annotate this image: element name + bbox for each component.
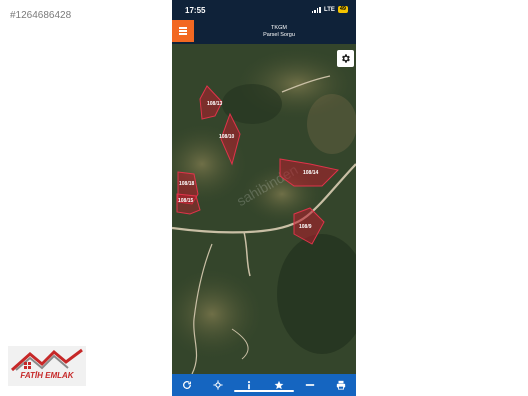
menu-button[interactable] [172,20,194,42]
status-indicators: LTE 49 [311,6,348,13]
measure-button[interactable] [300,377,320,393]
network-type: LTE [323,6,335,13]
gear-icon [342,54,350,63]
brand-name: FATİH EMLAK [20,371,74,380]
parcel-108-15[interactable]: 108/15 [176,193,201,215]
parcel-label: 108/15 [178,198,194,204]
print-icon [336,380,345,390]
house-logo-icon [11,348,83,372]
star-icon [274,380,284,390]
status-time: 17:55 [185,6,206,15]
hamburger-icon [179,27,187,35]
locate-icon [213,380,223,390]
app-title: TKGM Parsel Sorgu [212,25,346,39]
phone-screen: 17:55 LTE 49 TKGM Parsel Sorgu sahibinde… [172,0,356,396]
parcel-label: 108/13 [207,101,223,107]
parcel-label: 108/18 [179,181,195,187]
satellite-map[interactable]: sahibinden 108/13 108/10 108/14 108/18 1… [172,44,356,374]
measure-icon [305,384,315,386]
locate-button[interactable] [208,377,228,393]
parcel-label: 108/9 [299,224,312,230]
app-title-line2: Parsel Sorgu [263,32,295,38]
field-patch [307,94,356,154]
bottom-toolbar [172,374,356,396]
settings-button[interactable] [337,50,354,67]
listing-id: #1264686428 [10,10,72,21]
info-icon [247,381,250,390]
print-button[interactable] [331,377,351,393]
battery-icon: 49 [337,6,348,13]
app-header: TKGM Parsel Sorgu [172,20,356,44]
home-indicator [234,390,294,392]
refresh-button[interactable] [177,377,197,393]
signal-icon [311,6,321,13]
parcel-label: 108/14 [303,170,319,176]
refresh-icon [183,381,192,389]
parcel-label: 108/10 [219,134,235,140]
brand-logo: FATİH EMLAK [8,346,86,386]
app-title-line1: TKGM [271,25,287,31]
map-view[interactable]: sahibinden 108/13 108/10 108/14 108/18 1… [172,44,356,374]
status-bar: 17:55 LTE 49 [172,0,356,20]
